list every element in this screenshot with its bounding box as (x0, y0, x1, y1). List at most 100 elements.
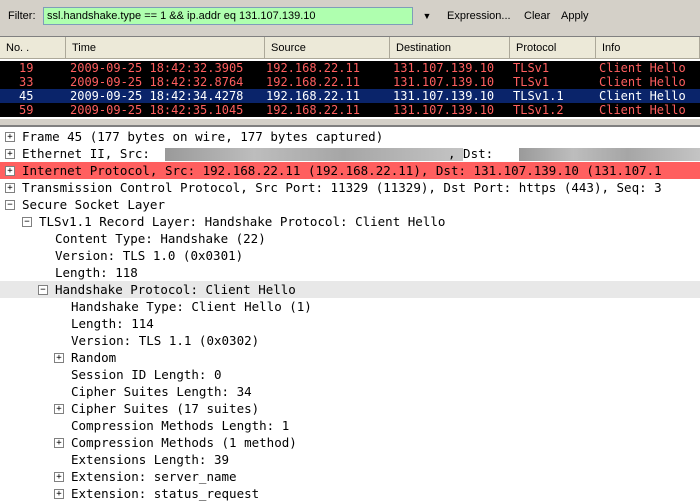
tree-item-label: Content Type: Handshake (22) (55, 231, 266, 246)
tree-item-length[interactable]: Length: 118 (0, 264, 700, 281)
tree-item-label: Handshake Protocol: Client Hello (55, 282, 296, 297)
packet-no: 19 (19, 61, 34, 75)
expand-icon[interactable]: + (5, 166, 15, 176)
tree-item-label: Internet Protocol, Src: 192.168.22.11 (1… (22, 163, 662, 178)
tree-item-label: Ethernet II, Src: (22, 146, 150, 161)
tree-item-hs-length[interactable]: Length: 114 (0, 315, 700, 332)
packet-row[interactable]: 59 2009-09-25 18:42:35.1045 192.168.22.1… (0, 103, 700, 117)
packet-info: Client Hello (599, 61, 686, 75)
packet-destination: 131.107.139.10 (393, 103, 495, 117)
packet-row[interactable]: 33 2009-09-25 18:42:32.8764 192.168.22.1… (0, 75, 700, 89)
packet-destination: 131.107.139.10 (393, 89, 495, 103)
packet-time: 2009-09-25 18:42:32.8764 (70, 75, 244, 89)
tree-item-ssl[interactable]: − Secure Socket Layer (0, 196, 700, 213)
expand-icon[interactable]: + (54, 353, 64, 363)
tree-item-ip[interactable]: + Internet Protocol, Src: 192.168.22.11 … (0, 162, 700, 179)
clear-button[interactable]: Clear (524, 10, 550, 22)
tree-item-random[interactable]: + Random (0, 349, 700, 366)
packet-protocol: TLSv1.2 (513, 103, 564, 117)
tree-item-session-id[interactable]: Session ID Length: 0 (0, 366, 700, 383)
tree-item-cipher-length[interactable]: Cipher Suites Length: 34 (0, 383, 700, 400)
tree-item-label: Compression Methods (1 method) (71, 435, 297, 450)
tree-item-label: Length: 118 (55, 265, 138, 280)
packet-info: Client Hello (599, 89, 686, 103)
tree-item-frame[interactable]: + Frame 45 (177 bytes on wire, 177 bytes… (0, 128, 700, 145)
packet-list: No. . Time Source Destination Protocol I… (0, 36, 700, 119)
expand-icon[interactable]: + (5, 183, 15, 193)
tree-item-label: Extension: status_request (71, 486, 260, 501)
tree-item-tcp[interactable]: + Transmission Control Protocol, Src Por… (0, 179, 700, 196)
tree-item-record-layer[interactable]: − TLSv1.1 Record Layer: Handshake Protoc… (0, 213, 700, 230)
tree-item-hs-version[interactable]: Version: TLS 1.1 (0x0302) (0, 332, 700, 349)
tree-item-cipher-suites[interactable]: + Cipher Suites (17 suites) (0, 400, 700, 417)
tree-item-handshake-type[interactable]: Handshake Type: Client Hello (1) (0, 298, 700, 315)
packet-time: 2009-09-25 18:42:35.1045 (70, 103, 244, 117)
tree-item-ext-status-request[interactable]: + Extension: status_request (0, 485, 700, 502)
packet-destination: 131.107.139.10 (393, 61, 495, 75)
tree-item-label: Session ID Length: 0 (71, 367, 222, 382)
packet-info: Client Hello (599, 75, 686, 89)
tree-item-label: Secure Socket Layer (22, 197, 165, 212)
tree-item-ethernet[interactable]: + Ethernet II, Src: , Dst: (0, 145, 700, 162)
tree-item-label: Frame 45 (177 bytes on wire, 177 bytes c… (22, 129, 384, 144)
tree-item-ext-server-name[interactable]: + Extension: server_name (0, 468, 700, 485)
packet-no: 59 (19, 103, 34, 117)
column-no[interactable]: No. . (0, 37, 66, 59)
tree-item-extensions-length[interactable]: Extensions Length: 39 (0, 451, 700, 468)
tree-item-label: Extensions Length: 39 (71, 452, 230, 467)
tree-item-label: Compression Methods Length: 1 (71, 418, 290, 433)
expand-icon[interactable]: + (54, 438, 64, 448)
expand-icon[interactable]: + (54, 489, 64, 499)
tree-item-label: Extension: server_name (71, 469, 237, 484)
expand-icon[interactable]: + (54, 404, 64, 414)
tree-item-compression-length[interactable]: Compression Methods Length: 1 (0, 417, 700, 434)
collapse-icon[interactable]: − (22, 217, 32, 227)
tree-item-content-type[interactable]: Content Type: Handshake (22) (0, 230, 700, 247)
packet-destination: 131.107.139.10 (393, 75, 495, 89)
column-time[interactable]: Time (66, 37, 265, 59)
packet-protocol: TLSv1 (513, 61, 550, 75)
filter-dropdown-icon[interactable]: ▼ (420, 9, 434, 23)
tree-item-label: Length: 114 (71, 316, 154, 331)
tree-item-label: Random (71, 350, 117, 365)
packet-row[interactable]: 19 2009-09-25 18:42:32.3905 192.168.22.1… (0, 61, 700, 75)
column-destination[interactable]: Destination (390, 37, 510, 59)
packet-source: 192.168.22.11 (266, 61, 360, 75)
collapse-icon[interactable]: − (5, 200, 15, 210)
tree-item-label: TLSv1.1 Record Layer: Handshake Protocol… (39, 214, 446, 229)
packet-time: 2009-09-25 18:42:32.3905 (70, 61, 244, 75)
tree-item-label: Handshake Type: Client Hello (1) (71, 299, 312, 314)
filter-toolbar: Filter: ▼ Expression... Clear Apply (0, 0, 700, 34)
tree-item-label: Transmission Control Protocol, Src Port:… (22, 180, 662, 195)
expand-icon[interactable]: + (5, 132, 15, 142)
tree-item-handshake[interactable]: − Handshake Protocol: Client Hello (0, 281, 700, 298)
filter-label: Filter: (8, 10, 36, 22)
packet-details-tree: + Frame 45 (177 bytes on wire, 177 bytes… (0, 125, 700, 504)
apply-button[interactable]: Apply (561, 10, 589, 22)
packet-source: 192.168.22.11 (266, 75, 360, 89)
collapse-icon[interactable]: − (38, 285, 48, 295)
packet-list-header: No. . Time Source Destination Protocol I… (0, 37, 700, 59)
packet-source: 192.168.22.11 (266, 89, 360, 103)
column-source[interactable]: Source (265, 37, 390, 59)
redacted-mac-source (165, 148, 463, 161)
expand-icon[interactable]: + (5, 149, 15, 159)
tree-item-label-dst: , Dst: (448, 146, 494, 161)
filter-input[interactable] (43, 7, 413, 25)
packet-row-selected[interactable]: 45 2009-09-25 18:42:34.4278 192.168.22.1… (0, 89, 700, 103)
tree-item-compression-methods[interactable]: + Compression Methods (1 method) (0, 434, 700, 451)
packet-no: 45 (19, 89, 34, 103)
expand-icon[interactable]: + (54, 472, 64, 482)
tree-item-version[interactable]: Version: TLS 1.0 (0x0301) (0, 247, 700, 264)
packet-time: 2009-09-25 18:42:34.4278 (70, 89, 244, 103)
column-protocol[interactable]: Protocol (510, 37, 596, 59)
redacted-mac-destination (519, 148, 700, 161)
tree-item-label: Version: TLS 1.1 (0x0302) (71, 333, 260, 348)
tree-item-label: Version: TLS 1.0 (0x0301) (55, 248, 244, 263)
column-info[interactable]: Info (596, 37, 700, 59)
packet-protocol: TLSv1 (513, 75, 550, 89)
packet-no: 33 (19, 75, 34, 89)
expression-button[interactable]: Expression... (447, 10, 511, 22)
packet-protocol: TLSv1.1 (513, 89, 564, 103)
packet-info: Client Hello (599, 103, 686, 117)
